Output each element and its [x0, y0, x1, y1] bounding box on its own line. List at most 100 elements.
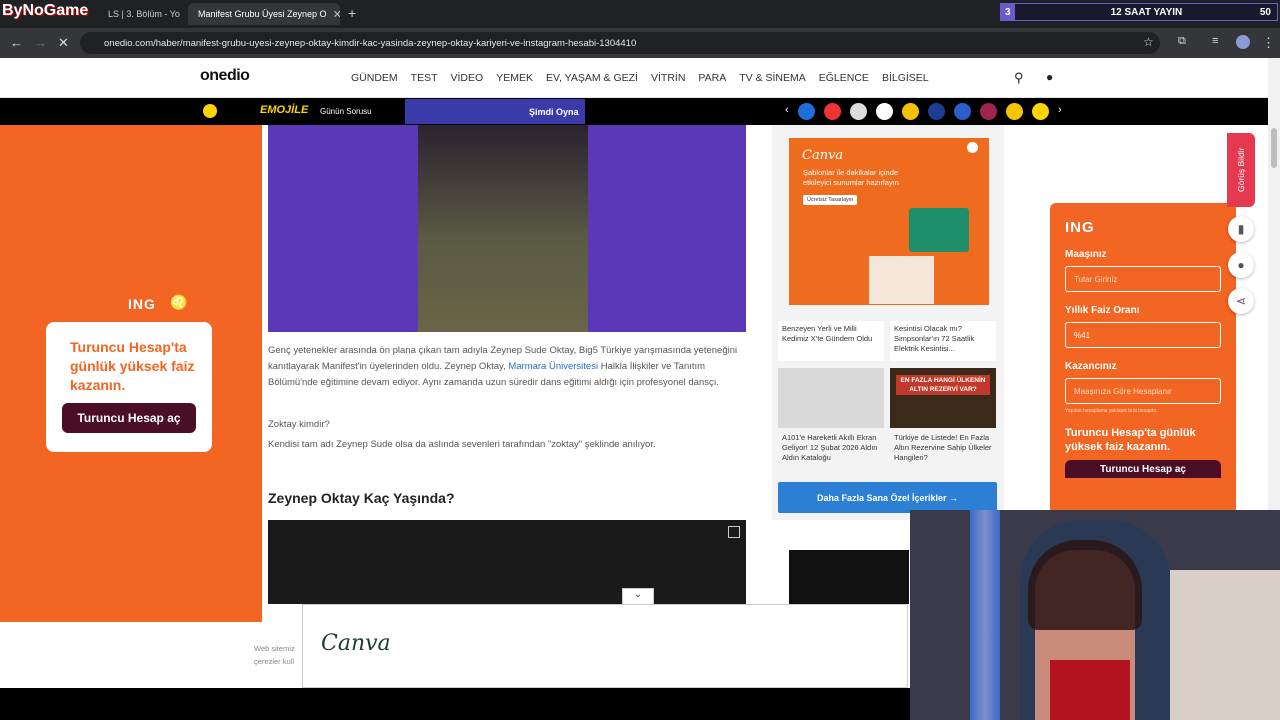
news-card-4-title: Türkiye de Listede! En Fazla Altın Rezer… — [894, 433, 992, 462]
canva-ad-logo: Canva — [802, 148, 844, 163]
viewer-count: 50 — [1259, 6, 1271, 18]
article-hero-image — [268, 125, 746, 332]
article-paragraph-2: Zoktay kimdir? — [268, 419, 330, 430]
back-icon[interactable]: ← — [10, 35, 23, 50]
channel-icon[interactable] — [902, 103, 919, 120]
letterbox-bottom — [0, 688, 910, 720]
news-card-2-title: Kesintisi Olacak mı? Simpsonlar'ın 72 Sa… — [894, 324, 975, 353]
ing-ad-headline: Turuncu Hesap'ta günlük yüksek faiz kaza… — [70, 339, 195, 393]
collapse-ad-chevron-icon[interactable]: ⌄ — [622, 588, 654, 604]
earnings-input: Maaşınıza Göre Hesaplanır — [1065, 378, 1221, 404]
play-now-label: Şimdi Oyna — [529, 107, 579, 117]
gunun-sorusu[interactable]: Günün Sorusu — [320, 107, 372, 116]
canva-photo-graphic — [869, 256, 934, 304]
marmara-link[interactable]: Marmara Üniversitesi — [508, 361, 598, 372]
calc-ing-logo: ING — [1065, 219, 1095, 236]
news-card-1[interactable]: Benzeyen Yerli ve Milli Kedimiz X'te Gün… — [778, 321, 884, 361]
user-icon[interactable]: ● — [1046, 70, 1053, 84]
next-arrow-icon[interactable]: › — [1058, 104, 1062, 116]
stream-title: 12 SAAT YAYIN — [1110, 6, 1183, 18]
tab-2[interactable]: Manifest Grubu Üyesi Zeynep O ✕ — [188, 3, 340, 25]
side-icon-stack: ▮ ● ⋖ — [1227, 216, 1255, 314]
media-icon[interactable]: ≡ — [1212, 35, 1218, 47]
nav-video[interactable]: VİDEO — [451, 72, 484, 84]
ing-ad-button[interactable]: Turuncu Hesap aç — [62, 403, 196, 433]
channel-icon[interactable] — [980, 103, 997, 120]
gold-banner-text: EN FAZLA HANGİ ÜLKENİN ALTIN REZERVİ VAR… — [896, 375, 990, 395]
nav-test[interactable]: TEST — [411, 72, 438, 84]
nav-vitrin[interactable]: VİTRİN — [651, 72, 685, 84]
dark-ad-slot[interactable] — [789, 550, 909, 604]
lion-icon: ♌ — [170, 294, 188, 310]
extensions-icon[interactable]: ⧉ — [1178, 35, 1186, 48]
forward-icon[interactable]: → — [34, 35, 47, 50]
nav-yemek[interactable]: YEMEK — [496, 72, 533, 84]
canva-ad-button[interactable]: Ücretsiz Tasarlayın — [803, 195, 858, 205]
news-card-4[interactable]: Türkiye de Listede! En Fazla Altın Rezer… — [890, 430, 996, 468]
nav-para[interactable]: PARA — [698, 72, 726, 84]
canva-bottom-logo: Canva — [321, 631, 391, 656]
menu-icon[interactable]: ⋮ — [1262, 35, 1275, 51]
site-logo[interactable]: onedio — [200, 67, 250, 85]
channel-icon[interactable] — [954, 103, 971, 120]
feedback-tab[interactable]: Görüş Bildir — [1227, 133, 1255, 207]
nav-tv-sinema[interactable]: TV & SİNEMA — [739, 72, 806, 84]
news-card-3-title: A101'e Hareketli Akıllı Ekran Geliyor! 1… — [782, 433, 878, 462]
scrollbar-thumb[interactable] — [1271, 128, 1277, 168]
tab-1-label: LS | 3. Bölüm - Yo — [108, 9, 180, 19]
fullscreen-icon[interactable] — [728, 526, 740, 538]
close-icon[interactable]: ✕ — [333, 8, 340, 21]
tab-1[interactable]: LS | 3. Bölüm - Yo✕ — [98, 3, 182, 25]
channel-icon[interactable] — [1006, 103, 1023, 120]
streamer-webcam — [910, 510, 1280, 720]
nav-ev-yasam[interactable]: EV, YAŞAM & GEZİ — [546, 72, 638, 84]
address-bar[interactable]: onedio.com/haber/manifest-grubu-uyesi-ze… — [80, 32, 1160, 54]
ad-choices-icon[interactable] — [967, 142, 978, 153]
ing-calculator-ad[interactable]: ING Maaşınız Tutar Giriniz Yıllık Faiz O… — [1050, 203, 1236, 510]
channel-icon[interactable] — [928, 103, 945, 120]
game-banner[interactable]: Şimdi Oyna — [405, 99, 585, 124]
channel-icon[interactable] — [850, 103, 867, 120]
share-icon[interactable]: ⋖ — [1228, 288, 1254, 314]
stop-icon[interactable]: ✕ — [58, 35, 69, 51]
article-video[interactable] — [268, 520, 746, 604]
calc-button[interactable]: Turuncu Hesap aç — [1065, 460, 1221, 478]
nav-eglence[interactable]: EĞLENCE — [819, 72, 869, 84]
calc-headline: Turuncu Hesap'ta günlük yüksek faiz kaza… — [1065, 427, 1196, 453]
salary-input[interactable]: Tutar Giriniz — [1065, 266, 1221, 292]
salary-label: Maaşınız — [1065, 249, 1107, 260]
canva-bottom-ad[interactable]: Canva — [302, 604, 908, 688]
interest-input[interactable]: %41 — [1065, 322, 1221, 348]
prev-arrow-icon[interactable]: ‹ — [785, 104, 789, 116]
bookmark-star-icon[interactable]: ☆ — [1143, 35, 1154, 49]
led-light — [970, 510, 1000, 720]
news-card-3-image[interactable] — [778, 368, 884, 428]
ing-ad-card: Turuncu Hesap'ta günlük yüksek faiz kaza… — [46, 322, 212, 452]
channel-icons — [798, 103, 1049, 120]
game-strip — [0, 98, 1268, 125]
search-icon[interactable]: ⚲ — [1014, 70, 1024, 86]
channel-icon[interactable] — [824, 103, 841, 120]
comment-icon[interactable]: ● — [1228, 252, 1254, 278]
footer-area: Web sitemiz çerezler kull — [0, 622, 302, 688]
emojile-label[interactable]: EMOJİLE — [260, 104, 308, 116]
canva-ad-text: Şablonlar ile dakikalar içinde etkileyic… — [803, 168, 899, 187]
bookmark-icon[interactable]: ▮ — [1228, 216, 1254, 242]
profile-avatar[interactable] — [1236, 35, 1250, 49]
stream-logo: ByNoGame — [2, 2, 89, 19]
canva-ad[interactable]: Canva Şablonlar ile dakikalar içinde etk… — [789, 138, 989, 305]
streamer-hair — [1028, 540, 1142, 630]
channel-icon[interactable] — [876, 103, 893, 120]
earnings-label: Kazancınız — [1065, 361, 1117, 372]
more-content-button[interactable]: Daha Fazla Sana Özel İçerikler → — [778, 482, 997, 513]
stream-counter: 3 — [1001, 4, 1015, 20]
channel-icon[interactable] — [798, 103, 815, 120]
emoji-icon — [203, 104, 217, 118]
nav-gundem[interactable]: GÜNDEM — [351, 72, 398, 84]
news-card-2[interactable]: Kesintisi Olacak mı? Simpsonlar'ın 72 Sa… — [890, 321, 996, 361]
channel-icon[interactable] — [1032, 103, 1049, 120]
news-card-4-image[interactable]: EN FAZLA HANGİ ÜLKENİN ALTIN REZERVİ VAR… — [890, 368, 996, 428]
nav-bilgisel[interactable]: BİLGİSEL — [882, 72, 929, 84]
new-tab-icon[interactable]: + — [348, 5, 356, 21]
news-card-3[interactable]: A101'e Hareketli Akıllı Ekran Geliyor! 1… — [778, 430, 884, 468]
